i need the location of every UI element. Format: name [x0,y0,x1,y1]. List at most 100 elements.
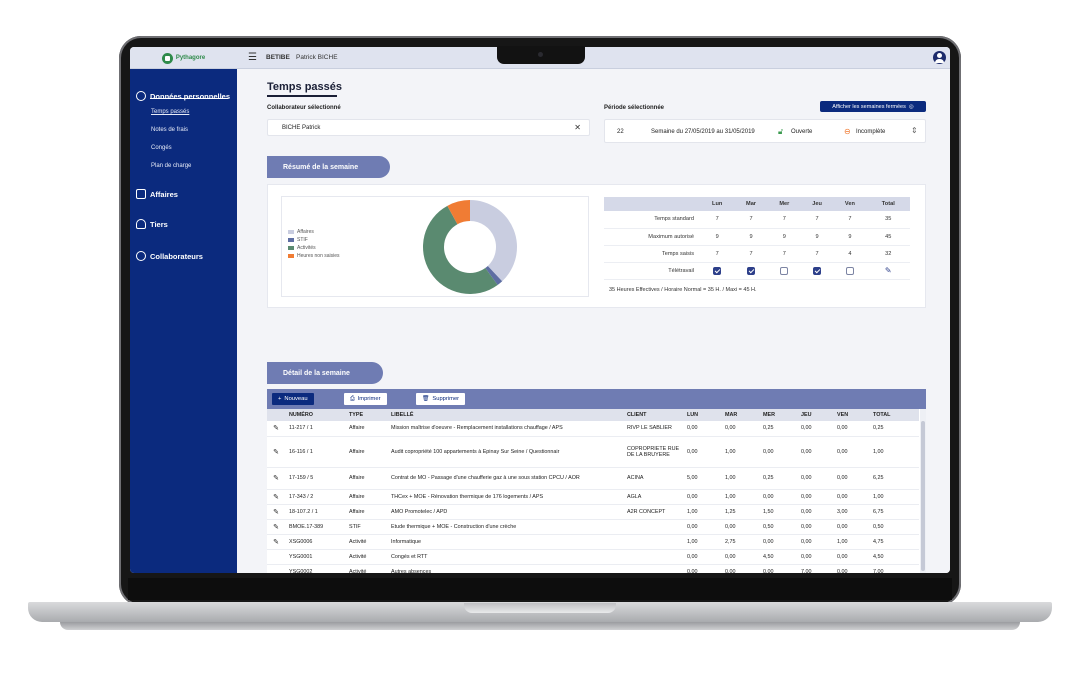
sidebar-item-temps-passes[interactable]: Temps passés [151,109,189,115]
sidebar-item-plan-de-charge[interactable]: Plan de charge [151,163,191,169]
table-cell: 0,00 [683,489,721,505]
edit-pencil-icon[interactable]: ✎ [273,524,279,531]
sidebar-section-label: Affaires [150,189,178,199]
telework-checkbox[interactable] [747,266,756,275]
laptop-chin [128,578,952,600]
edit-pencil-icon[interactable]: ✎ [273,539,279,546]
table-cell: 0,00 [721,549,759,565]
table-cell: 17-343 / 2 [285,489,345,505]
avatar-icon[interactable] [933,51,946,64]
table-row[interactable]: YSG0002 Activité Autres absences 0.00 0.00 0.… [267,564,919,573]
app-screen: Pythagore ☰ BETIBE Patrick BICHE Données… [130,47,950,573]
edit-pencil-icon[interactable]: ✎ [273,475,279,482]
column-header[interactable]: MAR [721,409,759,421]
people-icon [136,219,146,229]
table-cell: 0,00 [683,421,721,437]
column-header[interactable]: MER [759,409,797,421]
legend-item: Heures non saisies [288,253,340,259]
summary-pill: Résumé de la semaine [267,156,390,178]
table-row[interactable]: ✎ XSG0006 Activité Informatique 1,00 2,75 0,00… [267,534,919,550]
period-select[interactable]: 22 Semaine du 27/05/2019 au 31/05/2019 🔓… [604,119,926,143]
table-row[interactable]: YSG0001 Activité Congés et RTT 0,00 0,00 4,50… [267,549,919,565]
collaborator-select[interactable]: BICHE Patrick ✕ [267,119,590,136]
column-header[interactable]: VEN [833,409,869,421]
table-cell: 4,50 [869,549,919,565]
logo-icon [161,52,173,64]
edit-pencil-icon[interactable]: ✎ [273,494,279,501]
clear-icon[interactable]: ✕ [574,123,581,132]
logo[interactable]: Pythagore [130,47,237,69]
column-header[interactable]: LIBELLÉ [387,409,623,421]
table-cell: Activité [345,534,387,550]
table-cell: 0.00 [759,564,797,573]
table-cell: STIF [345,519,387,535]
table-row[interactable]: ✎ 18-107.2 / 1 Affaire AMO Promotelec / APD… [267,504,919,520]
table-cell: COPROPRIETE RUE DE LA BRUYERE [623,436,683,468]
edit-pencil-icon[interactable]: ✎ [273,449,279,456]
table-cell: 0,00 [797,436,833,468]
table-cell: Congés et RTT [387,549,623,565]
column-header[interactable]: CLIENT [623,409,683,421]
sidebar-item-conges[interactable]: Congés [151,145,172,151]
scroll-thumb[interactable] [921,421,925,571]
table-cell: 0,00 [833,467,869,490]
telework-checkbox[interactable] [845,266,854,275]
hours-note: 35 Heures Effectives / Horaire Normal = … [609,287,757,293]
table-cell: 1,00 [721,489,759,505]
table-cell: Affaire [345,467,387,490]
camera-notch [497,46,585,64]
table-row[interactable]: ✎ 16-116 / 1 Affaire Audit copropriété 100 … [267,436,919,468]
table-cell: 17-159 / 5 [285,467,345,490]
table-row[interactable]: ✎ 11-217 / 1 Affaire Mission maîtrise d'oeu… [267,421,919,437]
table-cell: ACINA [623,467,683,490]
telework-checkbox[interactable] [813,266,822,275]
sidebar-section-affaires[interactable]: Affaires [136,189,178,199]
table-cell: BMOE.17-389 [285,519,345,535]
print-button[interactable]: ⎙ Imprimer [344,393,387,405]
detail-pill: Détail de la semaine [267,362,383,384]
table-row[interactable]: ✎ 17-159 / 5 Affaire Contrat de MO - Passag… [267,467,919,490]
column-header[interactable]: JEU [797,409,833,421]
table-cell: Activité [345,564,387,573]
telework-checkbox[interactable] [780,266,789,275]
table-cell: 0,00 [797,504,833,520]
table-cell: 0,00 [833,436,869,468]
column-header[interactable]: TYPE [345,409,387,421]
table-cell: 0,00 [833,549,869,565]
unlock-icon: 🔓︎ [778,127,784,136]
table-row[interactable]: ✎ 17-343 / 2 Affaire THCex + MOE - Rénovati… [267,489,919,505]
table-cell: Audit copropriété 100 appartements à Epi… [387,436,623,468]
table-cell: 0.00 [683,564,721,573]
column-header[interactable]: TOTAL [869,409,919,421]
table-cell: Activité [345,549,387,565]
column-header[interactable]: NUMÉRO [285,409,345,421]
table-cell: 3,00 [833,504,869,520]
table-cell: THCex + MOE - Rénovation thermique de 17… [387,489,623,505]
detail-table: NUMÉRO TYPE LIBELLÉ CLIENT LUN MAR MER J… [267,409,926,573]
edit-pencil-icon[interactable]: ✎ [273,425,279,432]
stepper-icon[interactable]: ⇕ [911,126,918,135]
new-button[interactable]: + Nouveau [272,393,314,405]
delete-button[interactable]: 🗑︎ Supprimer [416,393,466,405]
telework-checkbox[interactable] [713,266,722,275]
trash-icon: 🗑︎ [422,396,430,402]
edit-pencil-icon[interactable]: ✎ [885,266,892,275]
sidebar-item-notes-de-frais[interactable]: Notes de frais [151,127,188,133]
collaborator-value: BICHE Patrick [282,125,321,131]
table-cell: 6,75 [869,504,919,520]
table-cell: 18-107.2 / 1 [285,504,345,520]
table-row[interactable]: ✎ BMOE.17-389 STIF Etude thermique + MOE - … [267,519,919,535]
donut-slice-affaires [470,200,517,282]
table-cell: YSG0002 [285,564,345,573]
main-content: Temps passés Collaborateur sélectionné B… [237,69,950,573]
column-header[interactable]: LUN [683,409,721,421]
hamburger-menu-icon[interactable]: ☰ [248,52,257,63]
sidebar-section-tiers[interactable]: Tiers [136,219,168,229]
table-cell: 0,00 [721,519,759,535]
edit-pencil-icon[interactable]: ✎ [273,509,279,516]
table-cell: 1,25 [721,504,759,520]
table-cell: Affaire [345,436,387,468]
show-closed-weeks-button[interactable]: Afficher les semaines fermées ◎ [820,101,926,112]
sidebar-section-donnees-personnelles[interactable]: Données personnelles [136,91,230,101]
sidebar-section-collaborateurs[interactable]: Collaborateurs [136,251,203,261]
